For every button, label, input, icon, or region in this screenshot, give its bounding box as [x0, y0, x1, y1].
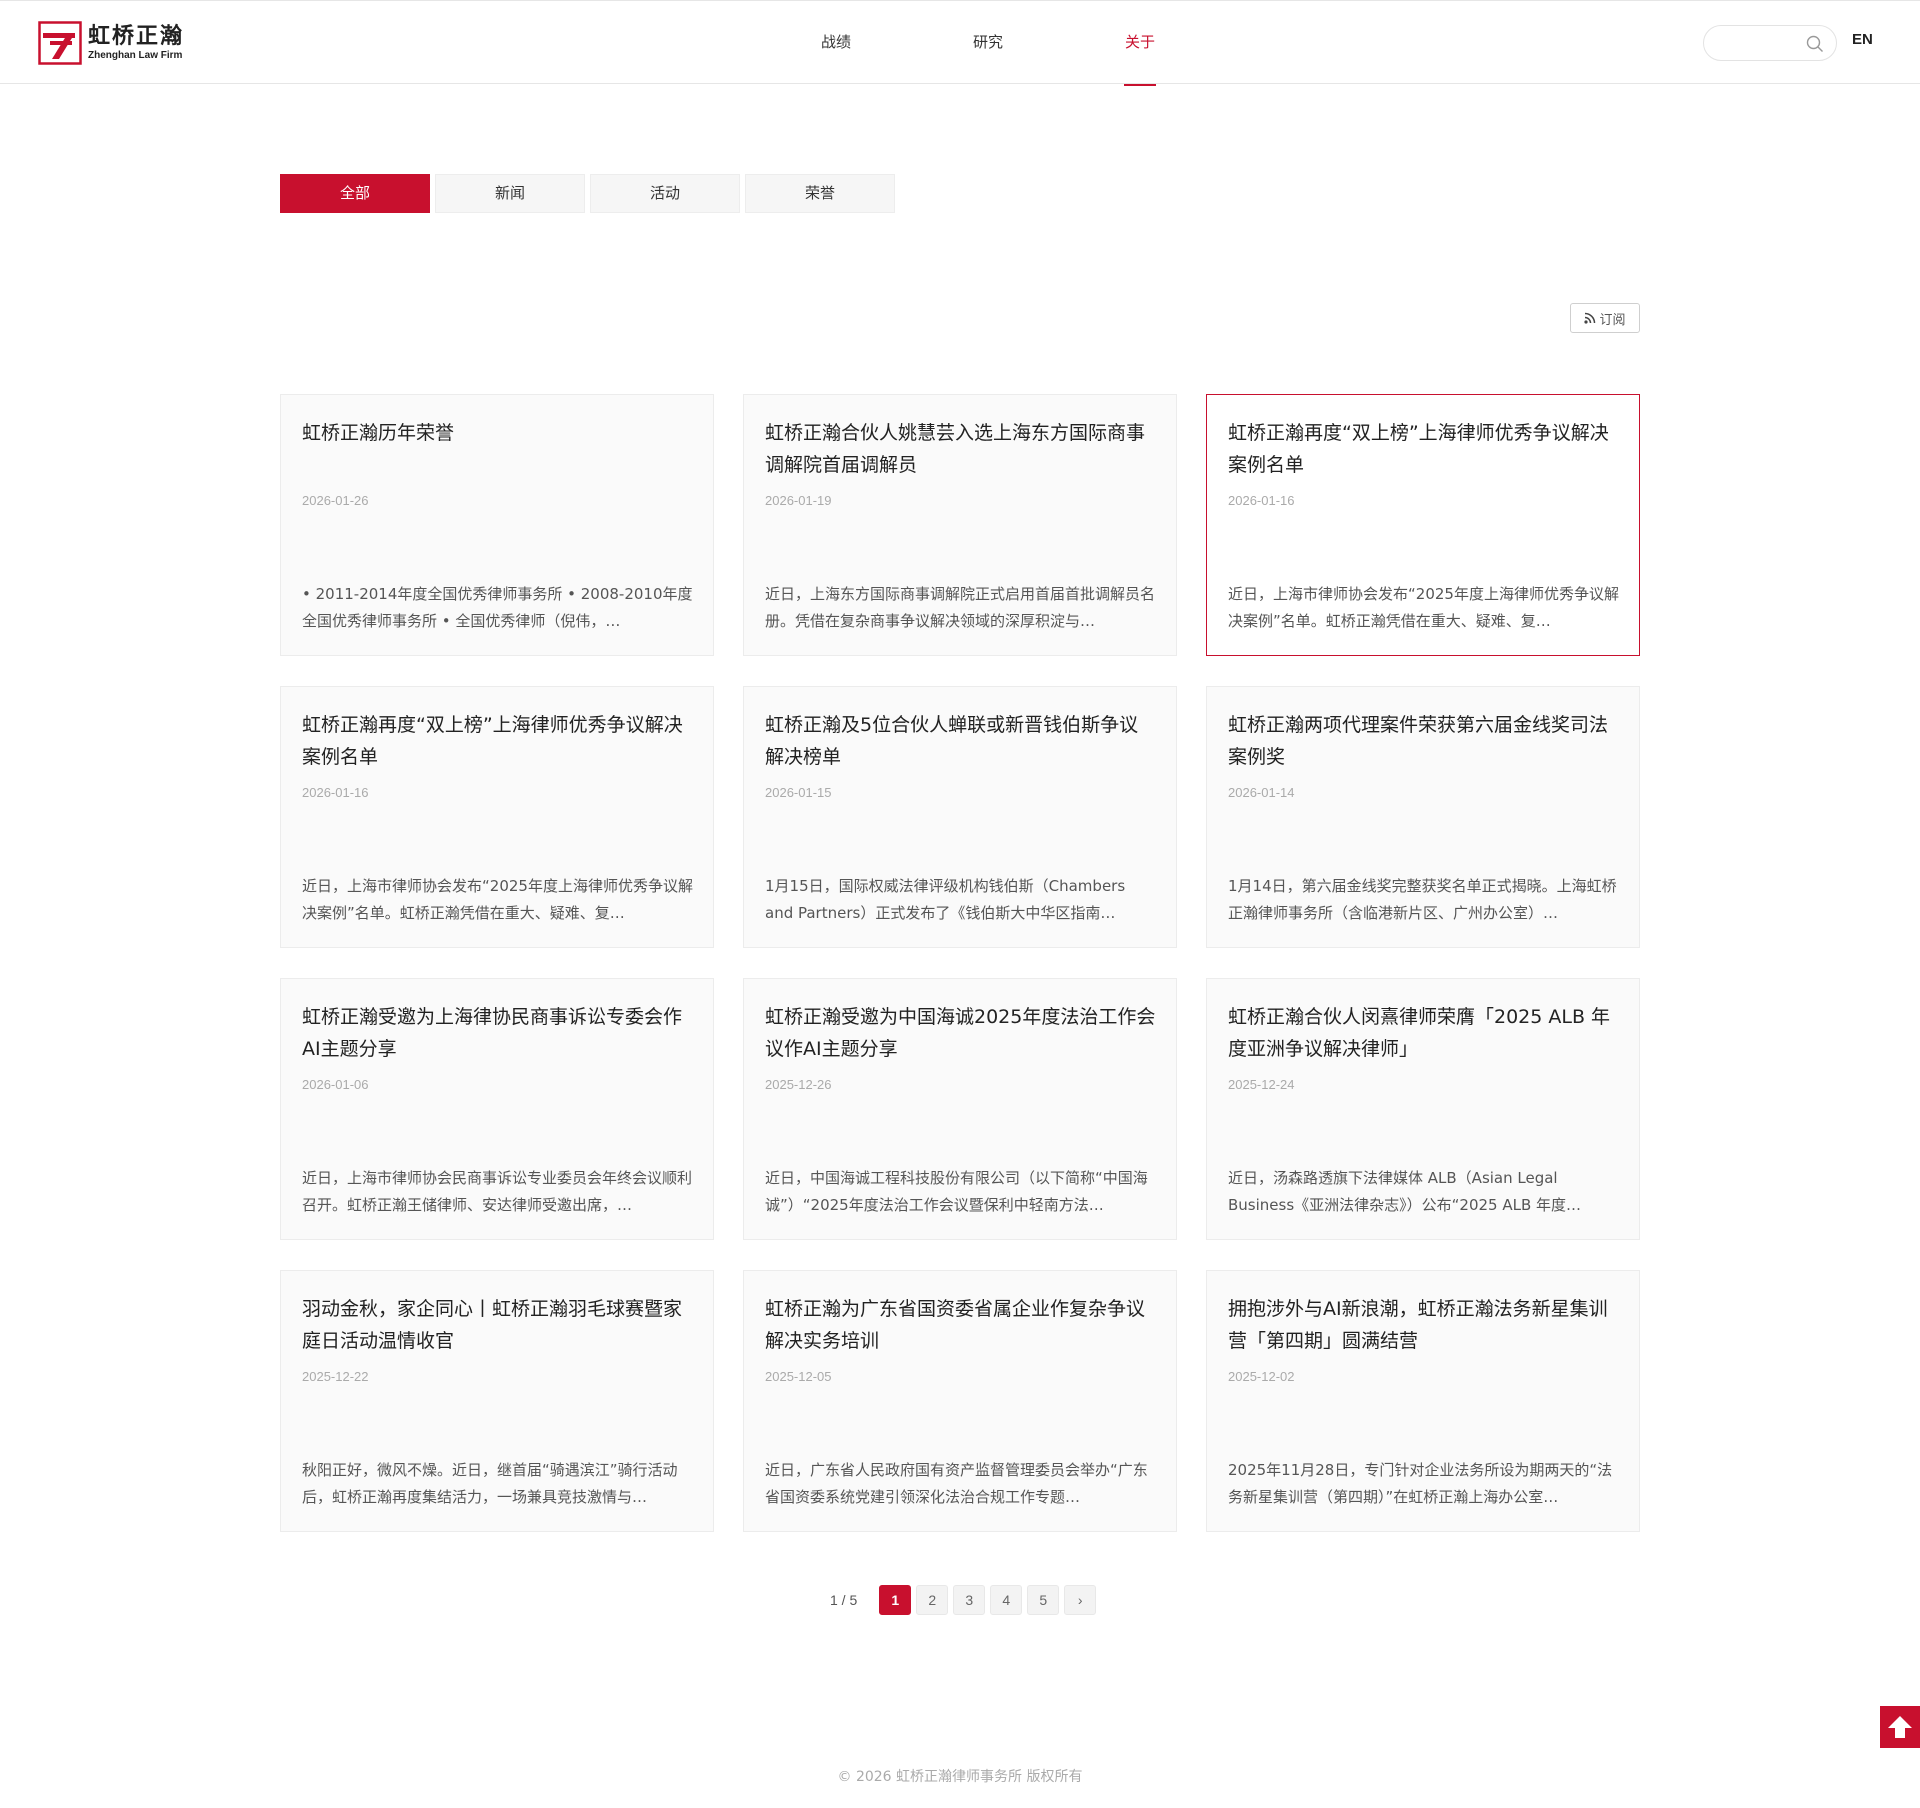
- card-summary: 近日，上海东方国际商事调解院正式启用首届首批调解员名册。凭借在复杂商事争议解决领…: [765, 585, 1156, 630]
- card-date: 2026-01-15: [765, 785, 832, 800]
- card-date: 2026-01-16: [302, 785, 369, 800]
- card-summary: 1月14日，第六届金线奖完整获奖名单正式揭晓。上海虹桥正瀚律师事务所（含临港新片…: [1228, 877, 1617, 922]
- article-card[interactable]: 虹桥正瀚为广东省国资委省属企业作复杂争议解决实务培训 2025-12-05 近日…: [743, 1270, 1177, 1532]
- logo-mark-icon: [38, 21, 82, 65]
- subscribe-button[interactable]: 订阅: [1570, 303, 1640, 333]
- logo-text: 虹桥正瀚 Zhenghan Law Firm: [88, 24, 184, 62]
- footer-copyright: © 2026 虹桥正瀚律师事务所 版权所有: [837, 1769, 1083, 1785]
- card-date: 2025-12-05: [765, 1369, 832, 1384]
- card-title: 羽动金秋，家企同心丨虹桥正瀚羽毛球赛暨家庭日活动温情收官: [302, 1298, 683, 1352]
- page-button-5[interactable]: 5: [1027, 1585, 1060, 1615]
- card-date: 2026-01-26: [302, 493, 369, 508]
- language-switch[interactable]: EN: [1852, 31, 1873, 48]
- next-page-button[interactable]: ›: [1064, 1585, 1097, 1615]
- rss-icon: [1584, 312, 1596, 324]
- card-summary: 近日，汤森路透旗下法律媒体 ALB（Asian Legal Business《亚…: [1228, 1169, 1582, 1214]
- article-card[interactable]: 虹桥正瀚及5位合伙人蝉联或新晋钱伯斯争议解决榜单 2026-01-15 1月15…: [743, 686, 1177, 948]
- page-button-3[interactable]: 3: [953, 1585, 986, 1615]
- tab-honors[interactable]: 荣誉: [745, 174, 895, 213]
- card-summary: 近日，上海市律师协会民商事诉讼专业委员会年终会议顺利召开。虹桥正瀚王储律师、安达…: [302, 1169, 693, 1214]
- article-card[interactable]: 虹桥正瀚合伙人闵熹律师荣膺「2025 ALB 年度亚洲争议解决律师」 2025-…: [1206, 978, 1640, 1240]
- card-summary: • 2011-2014年度全国优秀律师事务所 • 2008-2010年度全国优秀…: [302, 585, 693, 630]
- article-card[interactable]: 虹桥正瀚合伙人姚慧芸入选上海东方国际商事调解院首届调解员 2026-01-19 …: [743, 394, 1177, 656]
- page-button-1[interactable]: 1: [879, 1585, 912, 1615]
- card-summary: 近日，上海市律师协会发布“2025年度上海律师优秀争议解决案例”名单。虹桥正瀚凭…: [302, 877, 693, 922]
- logo-name-en: Zhenghan Law Firm: [88, 50, 183, 61]
- card-title: 虹桥正瀚再度“双上榜”上海律师优秀争议解决案例名单: [1228, 422, 1609, 476]
- article-card[interactable]: 虹桥正瀚两项代理案件荣获第六届金线奖司法案例奖 2026-01-14 1月14日…: [1206, 686, 1640, 948]
- nav-item-research[interactable]: 研究: [912, 1, 1064, 85]
- site-header: 虹桥正瀚 Zhenghan Law Firm 战绩 研究 关于 EN: [0, 0, 1920, 86]
- article-card[interactable]: 羽动金秋，家企同心丨虹桥正瀚羽毛球赛暨家庭日活动温情收官 2025-12-22 …: [280, 1270, 714, 1532]
- card-date: 2026-01-14: [1228, 785, 1295, 800]
- card-title: 虹桥正瀚及5位合伙人蝉联或新晋钱伯斯争议解决榜单: [765, 714, 1139, 768]
- article-card[interactable]: 虹桥正瀚再度“双上榜”上海律师优秀争议解决案例名单 2026-01-16 近日，…: [280, 686, 714, 948]
- arrow-up-icon: [1888, 1716, 1912, 1738]
- article-card[interactable]: 虹桥正瀚历年荣誉 2026-01-26 • 2011-2014年度全国优秀律师事…: [280, 394, 714, 656]
- search-icon[interactable]: [1806, 35, 1824, 53]
- category-tabs: 全部 新闻 活动 荣誉: [280, 174, 900, 213]
- card-summary: 近日，中国海诚工程科技股份有限公司（以下简称“中国海诚”）“2025年度法治工作…: [765, 1169, 1148, 1214]
- card-summary: 近日，广东省人民政府国有资产监督管理委员会举办“广东省国资委系统党建引领深化法治…: [765, 1461, 1148, 1506]
- article-card[interactable]: 虹桥正瀚受邀为上海律协民商事诉讼专委会作AI主题分享 2026-01-06 近日…: [280, 978, 714, 1240]
- page-info: 1 / 5: [830, 1592, 858, 1608]
- tab-news[interactable]: 新闻: [435, 174, 585, 213]
- pagination: 1 / 5 1 2 3 4 5 ›: [830, 1585, 1101, 1615]
- main-nav: 战绩 研究 关于: [760, 1, 1216, 86]
- nav-item-about[interactable]: 关于: [1064, 1, 1216, 86]
- card-date: 2026-01-19: [765, 493, 832, 508]
- page-button-2[interactable]: 2: [916, 1585, 949, 1615]
- card-date: 2025-12-26: [765, 1077, 832, 1092]
- tab-events[interactable]: 活动: [590, 174, 740, 213]
- card-title: 拥抱涉外与AI新浪潮，虹桥正瀚法务新星集训营「第四期」圆满结营: [1228, 1298, 1608, 1352]
- card-title: 虹桥正瀚历年荣誉: [302, 422, 455, 444]
- card-title: 虹桥正瀚合伙人闵熹律师荣膺「2025 ALB 年度亚洲争议解决律师」: [1228, 1006, 1611, 1060]
- nav-item-record[interactable]: 战绩: [760, 1, 912, 85]
- card-date: 2026-01-06: [302, 1077, 369, 1092]
- article-card[interactable]: 虹桥正瀚再度“双上榜”上海律师优秀争议解决案例名单 2026-01-16 近日，…: [1206, 394, 1640, 656]
- back-to-top-button[interactable]: [1880, 1706, 1920, 1748]
- card-title: 虹桥正瀚两项代理案件荣获第六届金线奖司法案例奖: [1228, 714, 1609, 768]
- tab-all[interactable]: 全部: [280, 174, 430, 213]
- card-title: 虹桥正瀚为广东省国资委省属企业作复杂争议解决实务培训: [765, 1298, 1146, 1352]
- card-title: 虹桥正瀚受邀为上海律协民商事诉讼专委会作AI主题分享: [302, 1006, 683, 1060]
- search-box: [1703, 25, 1837, 61]
- card-summary: 1月15日，国际权威法律评级机构钱伯斯（Chambers and Partner…: [765, 877, 1126, 922]
- card-summary: 2025年11月28日，专门针对企业法务所设为期两天的“法务新星集训营（第四期）…: [1228, 1461, 1613, 1506]
- logo-name-cn: 虹桥正瀚: [88, 23, 185, 49]
- card-date: 2026-01-16: [1228, 493, 1295, 508]
- card-date: 2025-12-24: [1228, 1077, 1295, 1092]
- subscribe-label: 订阅: [1599, 312, 1626, 328]
- card-title: 虹桥正瀚再度“双上榜”上海律师优秀争议解决案例名单: [302, 714, 683, 768]
- article-card[interactable]: 拥抱涉外与AI新浪潮，虹桥正瀚法务新星集训营「第四期」圆满结营 2025-12-…: [1206, 1270, 1640, 1532]
- page-button-4[interactable]: 4: [990, 1585, 1023, 1615]
- card-summary: 近日，上海市律师协会发布“2025年度上海律师优秀争议解决案例”名单。虹桥正瀚凭…: [1228, 585, 1619, 630]
- article-card[interactable]: 虹桥正瀚受邀为中国海诚2025年度法治工作会议作AI主题分享 2025-12-2…: [743, 978, 1177, 1240]
- card-summary: 秋阳正好，微风不燥。近日，继首届“骑遇滨江”骑行活动后，虹桥正瀚再度集结活力，一…: [302, 1461, 678, 1506]
- card-date: 2025-12-22: [302, 1369, 369, 1384]
- card-title: 虹桥正瀚合伙人姚慧芸入选上海东方国际商事调解院首届调解员: [765, 422, 1146, 476]
- card-title: 虹桥正瀚受邀为中国海诚2025年度法治工作会议作AI主题分享: [765, 1006, 1156, 1060]
- site-logo[interactable]: 虹桥正瀚 Zhenghan Law Firm: [38, 21, 184, 65]
- search-input[interactable]: [1716, 33, 1806, 55]
- card-date: 2025-12-02: [1228, 1369, 1295, 1384]
